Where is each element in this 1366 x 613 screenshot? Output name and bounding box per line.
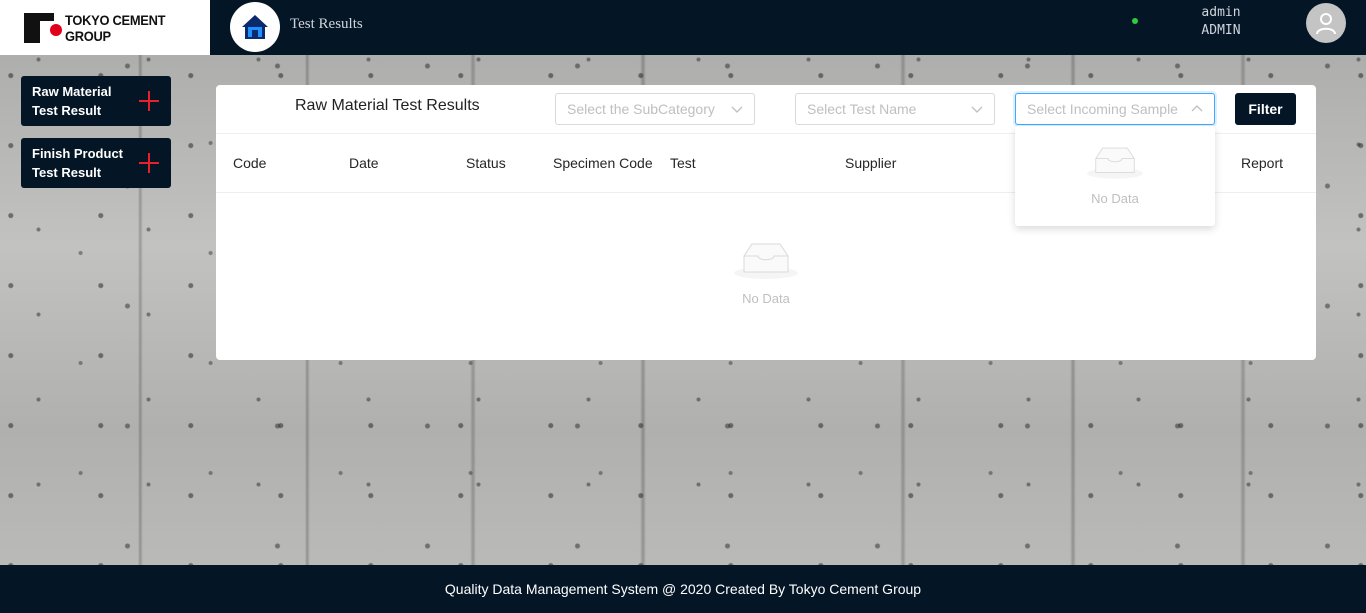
- column-header-report[interactable]: Report: [1241, 155, 1283, 171]
- brand-name: TOKYO CEMENT GROUP: [65, 11, 166, 44]
- plus-icon: [139, 91, 159, 111]
- card-title: Raw Material Test Results: [295, 97, 480, 114]
- dropdown-empty-state: No Data: [1015, 144, 1215, 206]
- incoming-sample-placeholder: Select Incoming Sample: [1027, 101, 1178, 117]
- chevron-up-icon: [1191, 105, 1203, 112]
- test-name-placeholder: Select Test Name: [807, 101, 917, 117]
- column-header-specimen-code[interactable]: Specimen Code: [553, 155, 653, 171]
- tokyo-cement-logo-icon: [22, 9, 62, 47]
- home-icon: [242, 15, 268, 39]
- table-empty-state: No Data: [216, 240, 1316, 306]
- column-header-code[interactable]: Code: [233, 155, 266, 171]
- sidebar-item-label: Finish Product Test Result: [32, 146, 123, 180]
- raw-material-test-result-button[interactable]: Raw Material Test Result: [21, 76, 171, 126]
- incoming-sample-select[interactable]: Select Incoming Sample: [1015, 93, 1215, 125]
- subcategory-select[interactable]: Select the SubCategory: [555, 93, 755, 125]
- empty-text: No Data: [1091, 191, 1139, 206]
- column-header-status[interactable]: Status: [466, 155, 506, 171]
- column-header-test[interactable]: Test: [670, 155, 696, 171]
- test-name-select[interactable]: Select Test Name: [795, 93, 995, 125]
- plus-icon: [139, 153, 159, 173]
- home-button[interactable]: [230, 2, 280, 52]
- subcategory-placeholder: Select the SubCategory: [567, 101, 715, 117]
- sidebar-item-label: Raw Material Test Result: [32, 84, 112, 118]
- page-title: Test Results: [290, 16, 363, 32]
- finish-product-test-result-button[interactable]: Finish Product Test Result: [21, 138, 171, 188]
- user-role: ADMIN: [1201, 23, 1241, 38]
- empty-inbox-icon: [734, 243, 798, 279]
- user-avatar[interactable]: [1306, 3, 1346, 43]
- user-name: admin: [1201, 5, 1241, 20]
- footer: Quality Data Management System @ 2020 Cr…: [0, 565, 1366, 613]
- empty-inbox-icon: [1087, 147, 1143, 179]
- column-header-date[interactable]: Date: [349, 155, 379, 171]
- online-status-icon: [1132, 18, 1138, 24]
- chevron-down-icon: [731, 106, 743, 113]
- empty-text: No Data: [742, 291, 790, 306]
- filter-button[interactable]: Filter: [1235, 93, 1296, 125]
- footer-text: Quality Data Management System @ 2020 Cr…: [444, 581, 922, 597]
- user-icon: [1316, 13, 1336, 35]
- top-navbar: TOKYO CEMENT GROUP Test Results admin AD…: [0, 0, 1366, 55]
- brand-logo[interactable]: TOKYO CEMENT GROUP: [0, 0, 210, 55]
- chevron-down-icon: [971, 106, 983, 113]
- column-header-supplier[interactable]: Supplier: [845, 155, 896, 171]
- incoming-sample-dropdown: No Data: [1015, 126, 1215, 226]
